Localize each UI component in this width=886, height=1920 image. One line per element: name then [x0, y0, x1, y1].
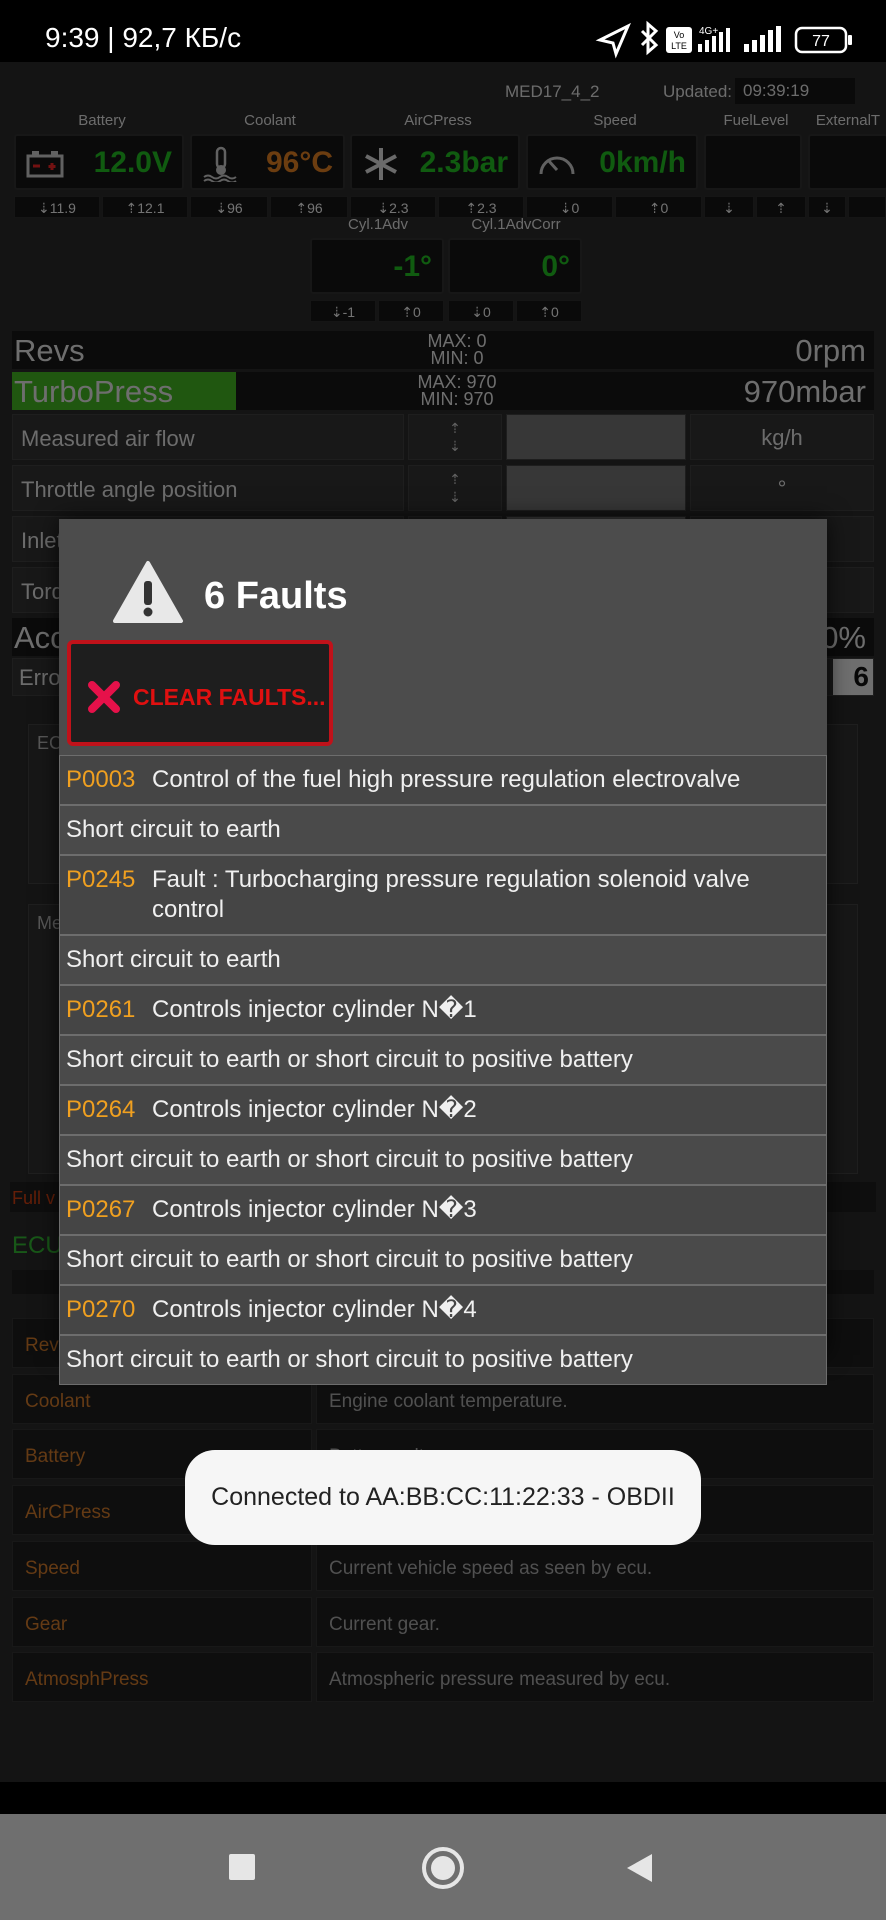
connection-toast: Connected to AA:BB:CC:11:22:33 - OBDII — [185, 1450, 701, 1545]
fault-detail-row: Short circuit to earth — [59, 935, 827, 985]
volte-icon: VoLTE — [666, 27, 692, 53]
fault-row[interactable]: P0245 Fault : Turbocharging pressure regu… — [59, 855, 827, 935]
warning-icon — [112, 559, 184, 625]
fault-row[interactable]: P0264 Controls injector cylinder N�2 — [59, 1085, 827, 1135]
status-icons-svg: VoLTE 4G+ 77 — [595, 20, 852, 59]
fault-detail-row: Short circuit to earth or short circuit … — [59, 1035, 827, 1085]
signal-4g-icon: 4G+ — [698, 26, 730, 52]
home-dot — [431, 1856, 455, 1880]
svg-text:Vo: Vo — [674, 30, 685, 40]
fault-detail-row: Short circuit to earth or short circuit … — [59, 1135, 827, 1185]
fault-description: Control of the fuel high pressure regula… — [152, 766, 741, 793]
fault-description: Controls injector cylinder N�2 — [152, 1096, 477, 1123]
svg-text:4G+: 4G+ — [699, 26, 718, 37]
fault-detail: Short circuit to earth — [66, 816, 281, 843]
battery-status-icon: 77 — [794, 26, 852, 54]
fault-code: P0270 — [66, 1296, 136, 1323]
fault-detail: Short circuit to earth or short circuit … — [66, 1046, 633, 1073]
fault-code: P0261 — [66, 996, 136, 1023]
location-arrow-icon — [595, 22, 631, 59]
fault-detail-row: Short circuit to earth or short circuit … — [59, 1235, 827, 1285]
status-icons: Vo LTE 4G+ 77 — [586, 18, 886, 60]
recents-square-icon[interactable] — [229, 1854, 255, 1880]
fault-row[interactable]: P0003 Control of the fuel high pressure r… — [59, 755, 827, 805]
screen: { "status_bar": {"time": "9:39 | 92,7 КБ… — [0, 0, 886, 1920]
clear-faults-button[interactable]: CLEAR FAULTS... — [67, 640, 333, 746]
svg-text:LTE: LTE — [671, 41, 687, 51]
fault-row[interactable]: P0261 Controls injector cylinder N�1 — [59, 985, 827, 1035]
fault-row[interactable]: P0267 Controls injector cylinder N�3 — [59, 1185, 827, 1235]
fault-description: Controls injector cylinder N�4 — [152, 1296, 477, 1323]
close-x-icon — [87, 680, 121, 714]
fault-detail: Short circuit to earth or short circuit … — [66, 1346, 633, 1373]
fault-detail: Short circuit to earth or short circuit … — [66, 1246, 633, 1273]
bluetooth-icon — [640, 20, 659, 56]
clear-faults-label: CLEAR FAULTS... — [133, 684, 326, 710]
svg-text:77: 77 — [812, 33, 830, 50]
fault-detail-row: Short circuit to earth or short circuit … — [59, 1335, 827, 1385]
back-triangle-icon[interactable] — [624, 1852, 654, 1889]
fault-code: P0264 — [66, 1096, 136, 1123]
fault-description: Controls injector cylinder N�3 — [152, 1196, 477, 1223]
fault-list: P0003 Control of the fuel high pressure r… — [59, 755, 827, 1385]
dialog-title: 6 Faults — [204, 575, 348, 617]
fault-code: P0245 — [66, 866, 136, 893]
fault-detail-row: Short circuit to earth — [59, 805, 827, 855]
fault-row[interactable]: P0270 Controls injector cylinder N�4 — [59, 1285, 827, 1335]
fault-description: Fault : Turbocharging pressure regulatio… — [152, 866, 750, 923]
navigation-bar — [0, 1814, 886, 1920]
fault-code: P0267 — [66, 1196, 136, 1223]
faults-dialog: 6 Faults CLEAR FAULTS... P0003 Control of… — [59, 519, 827, 1385]
fault-code: P0003 — [66, 766, 136, 793]
fault-detail: Short circuit to earth — [66, 946, 281, 973]
fault-detail: Short circuit to earth or short circuit … — [66, 1146, 633, 1173]
signal-icon — [744, 26, 781, 52]
status-time: 9:39 | 92,7 КБ/с — [45, 22, 242, 53]
fault-description: Controls injector cylinder N�1 — [152, 996, 477, 1023]
home-circle-icon[interactable] — [422, 1847, 464, 1889]
